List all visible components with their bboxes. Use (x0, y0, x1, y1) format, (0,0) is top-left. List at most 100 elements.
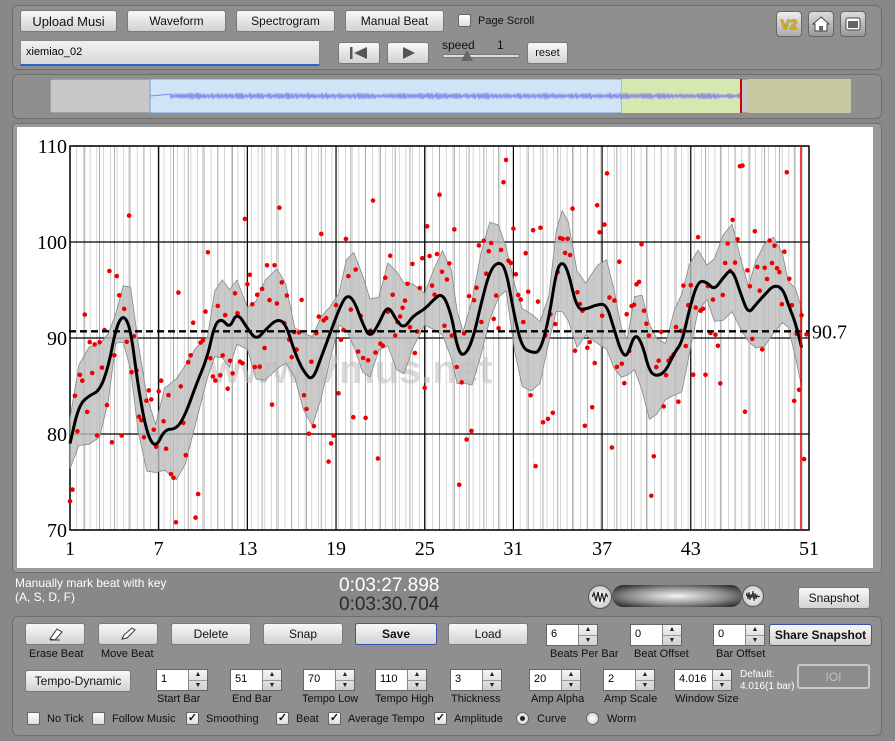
waveform-button[interactable]: Waveform (127, 10, 226, 32)
beat-dot (498, 247, 504, 253)
beat-dot (570, 206, 575, 211)
page-scroll-checkbox[interactable] (458, 14, 471, 27)
end-bar-stepper[interactable]: 51 ▲ ▼ (230, 669, 282, 691)
thickness-value[interactable]: 3 (451, 670, 482, 690)
beat-dot (681, 283, 686, 288)
window-size-stepper[interactable]: 4.016 ▲ ▼ (674, 669, 732, 691)
file-name-field[interactable]: xiemiao_02 (20, 40, 320, 66)
up-arrow-icon[interactable]: ▲ (579, 625, 597, 636)
smoothing-checkbox[interactable]: ✓ (186, 712, 199, 725)
save-button[interactable]: Save (355, 623, 437, 645)
tempo-high-value[interactable]: 110 (376, 670, 407, 690)
up-arrow-icon[interactable]: ▲ (483, 670, 501, 681)
beat-dot (215, 303, 221, 309)
erase-beat-button[interactable] (25, 623, 85, 645)
snapshot-button[interactable]: Snapshot (798, 587, 870, 609)
mode-button[interactable]: Tempo-Dynamic (25, 670, 131, 692)
beat-dot (80, 378, 85, 383)
tempo-low-value[interactable]: 70 (304, 670, 335, 690)
beat-dot (530, 227, 536, 233)
amp-scale-stepper[interactable]: 2 ▲ ▼ (603, 669, 655, 691)
beat-offset-stepper[interactable]: 0 ▲ ▼ (630, 624, 682, 646)
up-arrow-icon[interactable]: ▲ (189, 670, 207, 681)
end-bar-value[interactable]: 51 (231, 670, 262, 690)
worm-radio[interactable] (586, 712, 599, 725)
y-tick-label: 70 (47, 520, 67, 542)
y-tick-label: 90 (47, 328, 67, 350)
beat-dot (772, 243, 777, 248)
up-arrow-icon[interactable]: ▲ (636, 670, 654, 681)
spectrogram-button[interactable]: Spectrogram (236, 10, 335, 32)
ioi-button[interactable]: IOI (797, 664, 870, 689)
window-size-value[interactable]: 4.016 (675, 670, 712, 690)
noise-toggle-icon[interactable] (742, 585, 764, 607)
move-beat-button[interactable] (98, 623, 158, 645)
upload-music-button[interactable]: Upload Musi (20, 10, 117, 32)
follow-music-checkbox[interactable] (92, 712, 105, 725)
speed-slider[interactable] (442, 54, 520, 58)
beat-dot (427, 253, 432, 259)
manual-beat-button[interactable]: Manual Beat (345, 10, 444, 32)
beat-dot (338, 337, 344, 342)
tempo-low-stepper[interactable]: 70 ▲ ▼ (303, 669, 355, 691)
beat-dot (683, 343, 689, 349)
beat-dot (203, 309, 208, 314)
up-arrow-icon[interactable]: ▲ (746, 625, 764, 636)
amp-alpha-stepper[interactable]: 20 ▲ ▼ (529, 669, 581, 691)
down-arrow-icon[interactable]: ▼ (562, 681, 580, 691)
beat-dot (437, 192, 442, 197)
down-arrow-icon[interactable]: ▼ (189, 681, 207, 691)
down-arrow-icon[interactable]: ▼ (663, 636, 681, 646)
up-arrow-icon[interactable]: ▲ (562, 670, 580, 681)
start-bar-stepper[interactable]: 1 ▲ ▼ (156, 669, 208, 691)
average-tempo-checkbox[interactable]: ✓ (328, 712, 341, 725)
beats-per-bar-value[interactable]: 6 (547, 625, 578, 645)
beat-offset-value[interactable]: 0 (631, 625, 662, 645)
down-arrow-icon[interactable]: ▼ (336, 681, 354, 691)
down-arrow-icon[interactable]: ▼ (636, 681, 654, 691)
beat-dot (585, 345, 590, 351)
speed-slider-handle[interactable] (461, 50, 473, 61)
overview-waveform[interactable] (50, 79, 851, 113)
beat-checkbox[interactable]: ✓ (276, 712, 289, 725)
tempo-chart[interactable]: www.Vmus.net 90.7 7080901001101 7 13 19 25 31… (17, 127, 873, 568)
move-beat-label: Move Beat (101, 648, 154, 660)
bar-offset-stepper[interactable]: 0 ▲ ▼ (713, 624, 765, 646)
home-button[interactable] (808, 11, 834, 37)
beat-dot (326, 459, 331, 464)
thickness-stepper[interactable]: 3 ▲ ▼ (450, 669, 502, 691)
play-button[interactable] (387, 42, 429, 64)
load-button[interactable]: Load (448, 623, 528, 645)
down-arrow-icon[interactable]: ▼ (483, 681, 501, 691)
share-snapshot-button[interactable]: Share Snapshot (769, 624, 872, 646)
fullscreen-button[interactable] (840, 11, 866, 37)
v2-button[interactable]: V2 (776, 11, 802, 37)
volume-gradient-bar[interactable] (612, 585, 742, 607)
tempo-high-stepper[interactable]: 110 ▲ ▼ (375, 669, 427, 691)
up-arrow-icon[interactable]: ▲ (336, 670, 354, 681)
beats-per-bar-stepper[interactable]: 6 ▲ ▼ (546, 624, 598, 646)
up-arrow-icon[interactable]: ▲ (663, 625, 681, 636)
down-arrow-icon[interactable]: ▼ (713, 681, 731, 691)
up-arrow-icon[interactable]: ▲ (263, 670, 281, 681)
down-arrow-icon[interactable]: ▼ (408, 681, 426, 691)
amp-alpha-value[interactable]: 20 (530, 670, 561, 690)
y-tick-label: 80 (47, 424, 67, 446)
up-arrow-icon[interactable]: ▲ (713, 670, 731, 681)
start-bar-value[interactable]: 1 (157, 670, 188, 690)
down-arrow-icon[interactable]: ▼ (746, 636, 764, 646)
amplitude-checkbox[interactable]: ✓ (434, 712, 447, 725)
down-arrow-icon[interactable]: ▼ (263, 681, 281, 691)
no-tick-checkbox[interactable] (27, 712, 40, 725)
beat-dot (274, 301, 280, 306)
curve-radio[interactable] (516, 712, 529, 725)
down-arrow-icon[interactable]: ▼ (579, 636, 597, 646)
up-arrow-icon[interactable]: ▲ (408, 670, 426, 681)
waveform-toggle-icon[interactable] (588, 585, 612, 609)
delete-button[interactable]: Delete (171, 623, 251, 645)
reset-button[interactable]: reset (527, 42, 568, 64)
previous-button[interactable] (338, 42, 380, 64)
amp-scale-value[interactable]: 2 (604, 670, 635, 690)
bar-offset-value[interactable]: 0 (714, 625, 745, 645)
snap-button[interactable]: Snap (263, 623, 343, 645)
